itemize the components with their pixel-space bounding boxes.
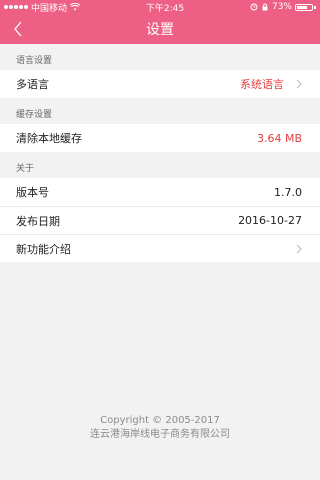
signal-dots-icon: [4, 5, 28, 9]
new-features-row[interactable]: 新功能介绍: [0, 234, 320, 262]
chevron-right-icon: [296, 244, 302, 253]
release-date-label: 发布日期: [16, 214, 60, 228]
chevron-right-icon: [296, 79, 302, 89]
version-row: 版本号 1.7.0: [0, 178, 320, 206]
status-bar: 中国移动 下午2:45 73%: [0, 0, 320, 14]
status-right: 73%: [250, 2, 316, 12]
page-title: 设置: [146, 22, 174, 38]
back-button[interactable]: [8, 19, 28, 39]
clear-cache-row[interactable]: 清除本地缓存 3.64 MB: [0, 124, 320, 152]
nav-bar: 设置: [0, 14, 320, 44]
version-value: 1.7.0: [274, 185, 302, 199]
language-value-group: 系统语言: [240, 76, 302, 92]
footer: Copyright © 2005-2017 连云港海岸线电子商务有限公司: [0, 414, 320, 442]
app-header: 中国移动 下午2:45 73% 设置: [0, 0, 320, 44]
orientation-lock-icon: [262, 3, 268, 11]
status-left: 中国移动: [4, 1, 81, 14]
clear-cache-label: 清除本地缓存: [16, 132, 82, 145]
version-label: 版本号: [16, 186, 49, 199]
new-features-label: 新功能介绍: [16, 242, 71, 256]
language-row[interactable]: 多语言 系统语言: [0, 70, 320, 98]
language-label: 多语言: [16, 78, 49, 91]
status-time: 下午2:45: [145, 3, 185, 14]
cache-size-value: 3.64 MB: [256, 131, 302, 145]
section-header-language: 语言设置: [16, 56, 53, 66]
company-name: 连云港海岸线电子商务有限公司: [90, 429, 230, 440]
release-date-row: 发布日期 2016-10-27: [0, 206, 320, 234]
battery-percent: 73%: [271, 2, 292, 12]
wifi-icon: [70, 3, 81, 11]
copyright-text: Copyright © 2005-2017: [100, 415, 220, 426]
chevron-left-icon: [14, 21, 22, 37]
section-header-about: 关于: [16, 164, 35, 174]
alarm-icon: [250, 3, 258, 11]
release-date-value: 2016-10-27: [238, 214, 302, 227]
carrier-label: 中国移动: [31, 3, 68, 14]
battery-fill: [297, 5, 307, 9]
battery-icon: [295, 3, 316, 11]
section-header-cache: 缓存设置: [16, 110, 53, 120]
language-value: 系统语言: [240, 78, 284, 91]
